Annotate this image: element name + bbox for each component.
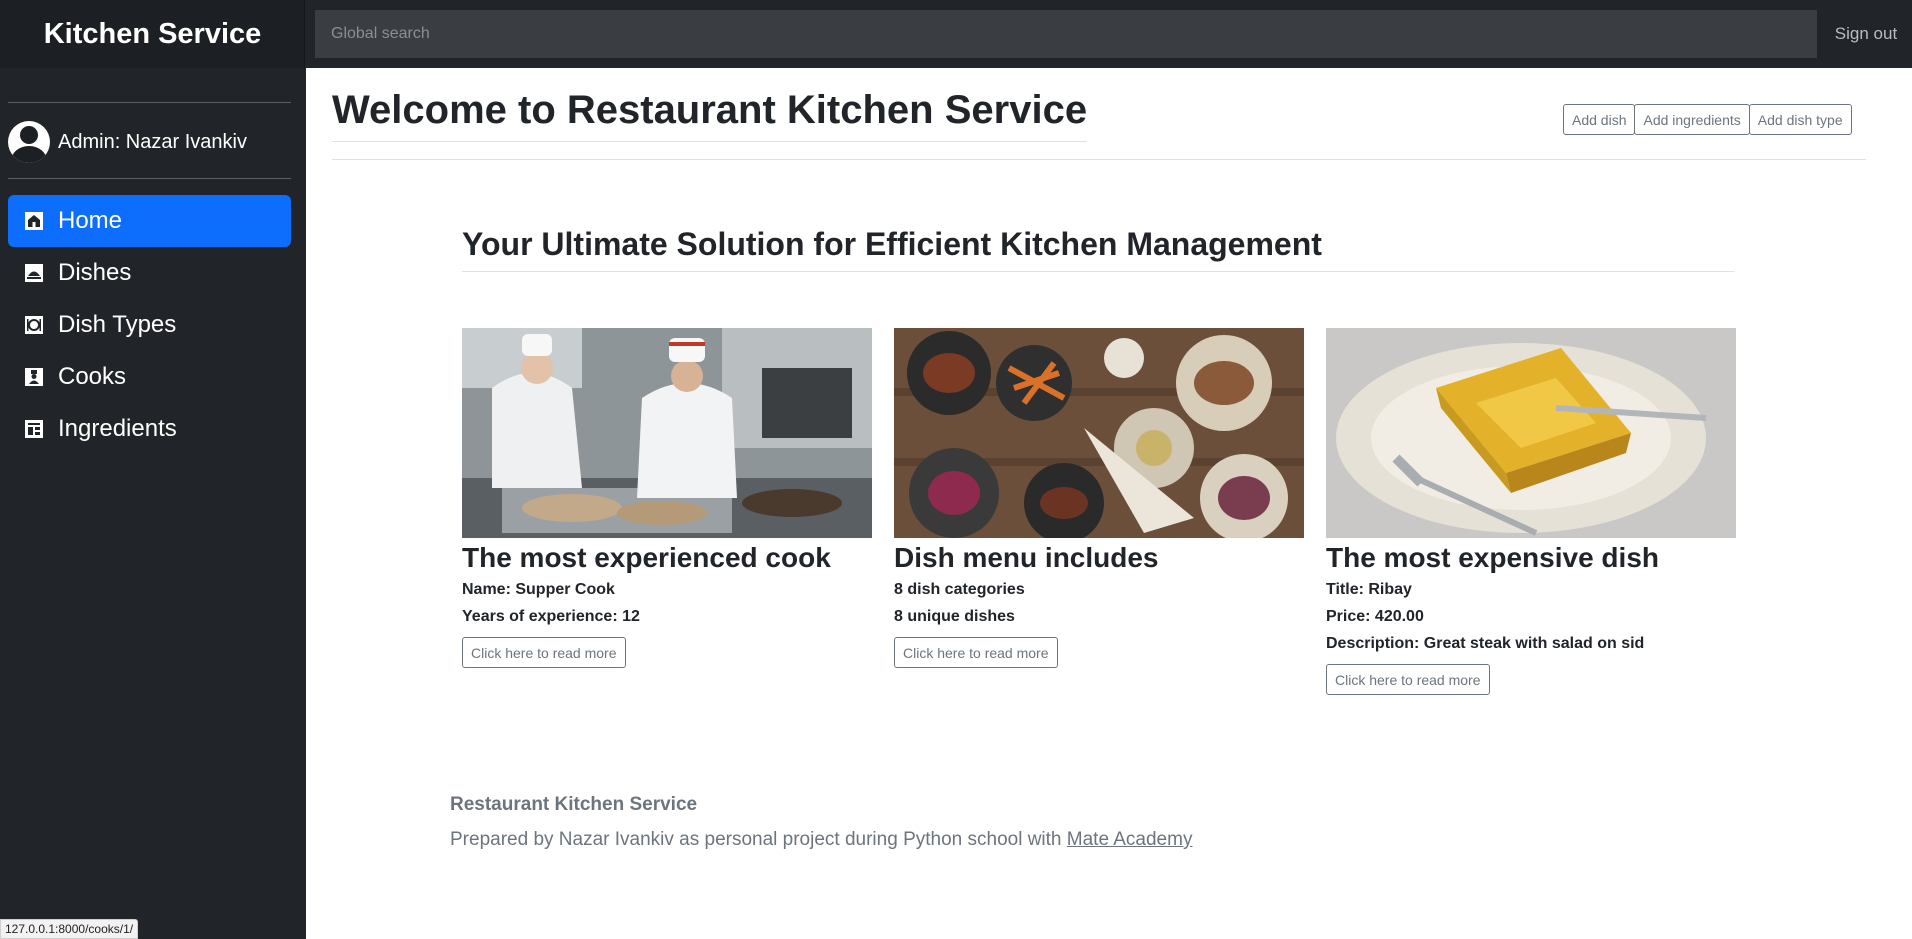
mate-academy-link[interactable]: Mate Academy (1067, 829, 1193, 850)
sidebar-item-dish-types[interactable]: Dish Types (8, 299, 291, 351)
card-line: 8 unique dishes (894, 608, 1015, 625)
cutlery-icon (24, 315, 44, 335)
footer-description: Prepared by Nazar Ivankiv as personal pr… (450, 829, 1192, 851)
kitchen-cooks-image (462, 328, 872, 538)
dishes-table-image (894, 328, 1304, 538)
card-heading: The most expensive dish (1326, 542, 1659, 573)
sidebar-item-label: Dish Types (58, 311, 177, 338)
page-title: Welcome to Restaurant Kitchen Service (332, 88, 1088, 142)
expensive-dish-card: The most expensive dish Title: Ribay Pri… (1326, 328, 1736, 695)
card-heading: Dish menu includes (894, 542, 1159, 573)
footer-text: Prepared by Nazar Ivankiv as personal pr… (450, 829, 1062, 850)
card-line: 8 dish categories (894, 581, 1025, 598)
sidebar-divider (8, 102, 291, 103)
status-url: 127.0.0.1:8000/cooks/1/ (0, 919, 139, 939)
brand-title[interactable]: Kitchen Service (0, 0, 305, 68)
card-heading: The most experienced cook (462, 542, 831, 573)
sidebar-item-label: Ingredients (58, 415, 177, 442)
card-line: Name: Supper Cook (462, 581, 615, 598)
sidebar-item-label: Cooks (58, 363, 127, 390)
main-content: Welcome to Restaurant Kitchen Service Ad… (306, 68, 1912, 939)
add-dish-type-button[interactable]: Add dish type (1748, 104, 1852, 135)
cook-icon (24, 367, 44, 387)
footer: Restaurant Kitchen Service Prepared by N… (450, 794, 1192, 851)
home-icon (24, 211, 44, 231)
cook-card: The most experienced cook Name: Supper C… (462, 328, 872, 668)
sidebar-item-label: Home (58, 207, 123, 234)
action-toolbar: Add dish Add ingredients Add dish type (1563, 104, 1852, 135)
user-label: Admin: Nazar Ivankiv (58, 130, 247, 153)
divider (332, 159, 1866, 160)
menu-card: Dish menu includes 8 dish categories 8 u… (894, 328, 1304, 668)
dish-icon (24, 263, 44, 283)
sidebar-item-home[interactable]: Home (8, 195, 291, 247)
avatar-icon (8, 121, 50, 163)
user-profile: Admin: Nazar Ivankiv (8, 120, 247, 164)
sign-out-link[interactable]: Sign out (1820, 0, 1912, 68)
card-line: Years of experience: 12 (462, 608, 640, 625)
sidebar-nav: Home Dishes Dish Types Cooks Ingredients (8, 195, 291, 455)
sidebar: Admin: Nazar Ivankiv Home Dishes Dish Ty… (0, 68, 306, 939)
sidebar-item-cooks[interactable]: Cooks (8, 351, 291, 403)
footer-title: Restaurant Kitchen Service (450, 794, 698, 815)
add-ingredients-button[interactable]: Add ingredients (1634, 104, 1750, 135)
add-dish-button[interactable]: Add dish (1563, 104, 1636, 135)
global-search-input[interactable] (315, 10, 1817, 58)
top-navbar: Kitchen Service Sign out (0, 0, 1912, 68)
card-line: Description: Great steak with salad on s… (1326, 635, 1645, 652)
sidebar-item-dishes[interactable]: Dishes (8, 247, 291, 299)
ingredients-icon (24, 419, 44, 439)
card-line: Price: 420.00 (1326, 608, 1424, 625)
read-more-button[interactable]: Click here to read more (1326, 664, 1490, 695)
read-more-button[interactable]: Click here to read more (894, 637, 1058, 668)
card-line: Title: Ribay (1326, 581, 1412, 598)
sidebar-item-ingredients[interactable]: Ingredients (8, 403, 291, 455)
read-more-button[interactable]: Click here to read more (462, 637, 626, 668)
gold-bar-plate-image (1326, 328, 1736, 538)
sidebar-item-label: Dishes (58, 259, 132, 286)
sidebar-divider (8, 178, 291, 179)
section-title: Your Ultimate Solution for Efficient Kit… (462, 226, 1734, 272)
